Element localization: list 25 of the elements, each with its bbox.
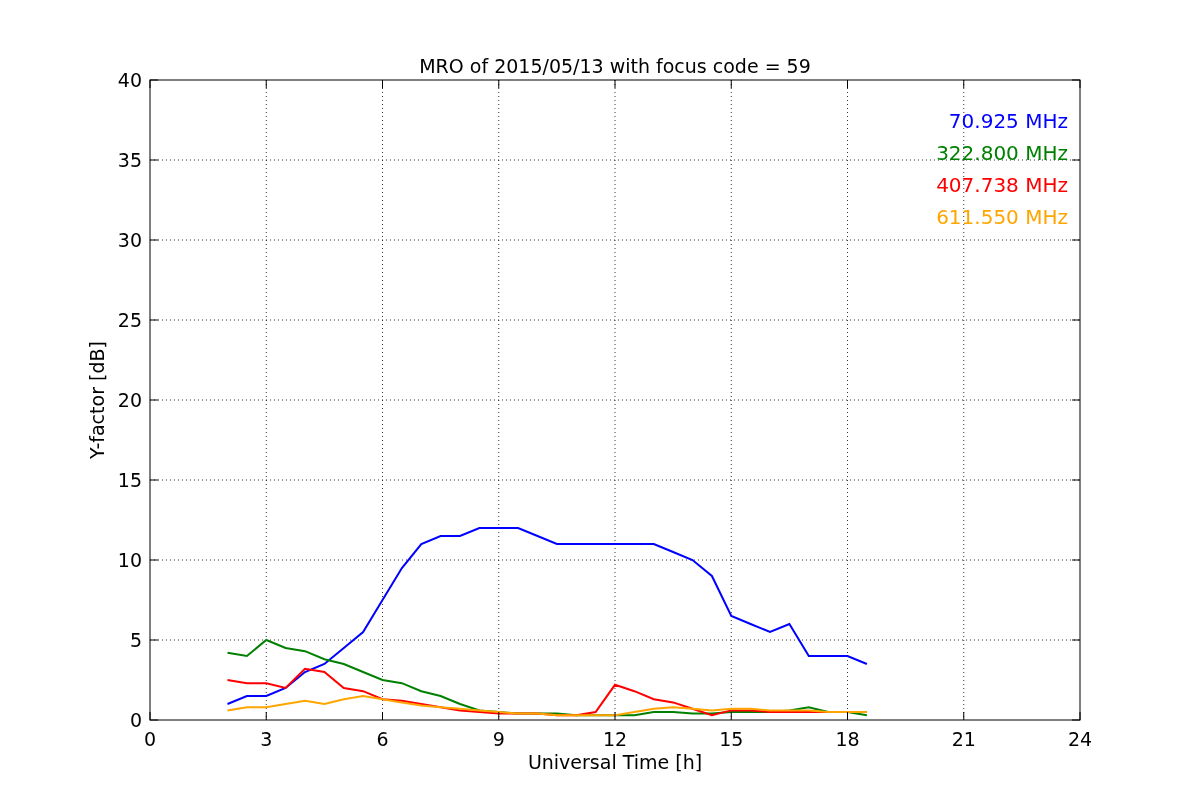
x-tick-label: 12 (602, 728, 628, 750)
legend-label: 322.800 MHz (936, 141, 1068, 165)
y-tick-label: 25 (117, 309, 142, 331)
y-tick-label: 20 (117, 389, 142, 411)
x-tick-label: 9 (492, 728, 505, 750)
legend-label: 407.738 MHz (936, 173, 1068, 197)
legend-label: 70.925 MHz (948, 109, 1068, 133)
x-tick-label: 3 (260, 728, 273, 750)
y-tick-label: 30 (117, 229, 142, 251)
y-tick-label: 10 (117, 549, 142, 571)
y-tick-label: 0 (129, 709, 142, 731)
y-tick-label: 35 (117, 149, 142, 171)
chart-title: MRO of 2015/05/13 with focus code = 59 (419, 55, 811, 77)
x-tick-label: 15 (719, 728, 744, 750)
x-axis-label: Universal Time [h] (527, 751, 703, 773)
x-tick-label: 6 (376, 728, 389, 750)
y-tick-label: 15 (117, 469, 142, 491)
y-tick-label: 5 (129, 629, 142, 651)
legend-label: 611.550 MHz (936, 205, 1068, 229)
y-axis-label: Y-factor [dB] (86, 341, 108, 459)
y-tick-label: 40 (117, 69, 142, 91)
x-tick-label: 21 (951, 728, 976, 750)
x-tick-label: 18 (835, 728, 860, 750)
x-tick-label: 0 (143, 728, 157, 750)
x-tick-label: 24 (1067, 728, 1093, 750)
